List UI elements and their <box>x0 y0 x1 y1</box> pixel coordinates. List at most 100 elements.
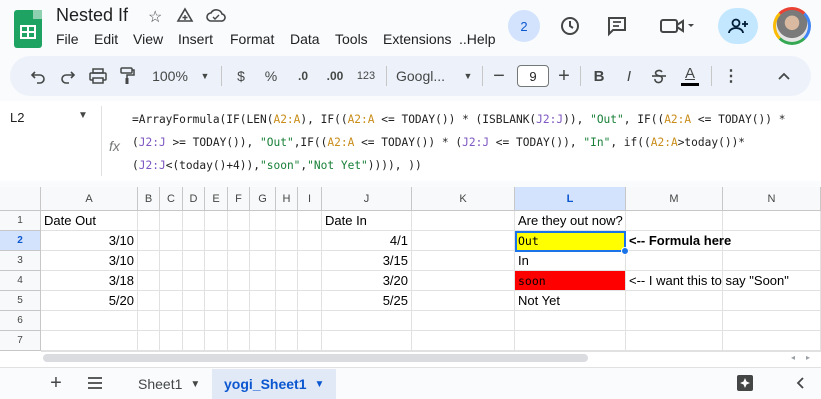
decrease-font-size-icon[interactable]: − <box>489 58 509 94</box>
fill-handle[interactable] <box>621 247 629 255</box>
sheet-tab-sheet1[interactable]: Sheet1 ▼ <box>126 369 212 399</box>
italic-button[interactable]: I <box>619 58 639 94</box>
column-header-h[interactable]: H <box>276 187 298 211</box>
print-icon[interactable] <box>86 58 110 94</box>
doc-title[interactable]: Nested If <box>56 5 128 26</box>
horizontal-scrollbar-thumb[interactable] <box>43 354 588 362</box>
column-header-a[interactable]: A <box>41 187 138 211</box>
menu-tools[interactable]: Tools <box>335 31 368 47</box>
cell-m2[interactable]: <-- Formula here <box>626 231 821 250</box>
column-header-i[interactable]: I <box>298 187 322 211</box>
sheet-tab-yogi-sheet1[interactable]: yogi_Sheet1 ▼ <box>212 369 337 399</box>
row-header-5[interactable]: 5 <box>0 291 41 311</box>
undo-icon[interactable] <box>26 58 50 94</box>
side-panel-icon[interactable] <box>790 372 810 394</box>
font-select[interactable]: Googl... <box>396 58 452 94</box>
share-button[interactable] <box>718 8 758 44</box>
collapse-icon[interactable] <box>774 58 794 94</box>
column-header-l[interactable]: L <box>515 187 626 211</box>
cell-a5[interactable]: 5/20 <box>41 291 137 310</box>
all-sheets-icon[interactable] <box>85 372 105 394</box>
name-box[interactable]: L2 <box>10 110 24 125</box>
add-sheet-icon[interactable]: + <box>46 372 66 394</box>
cloud-saved-icon[interactable] <box>206 7 226 28</box>
menu-data[interactable]: Data <box>290 31 320 47</box>
formula-token: ,IF(( <box>293 136 328 149</box>
row-header-1[interactable]: 1 <box>0 211 41 231</box>
formula-token: <= TODAY()), <box>489 136 584 149</box>
column-header-e[interactable]: E <box>205 187 228 211</box>
cell-l1[interactable]: Are they out now? <box>515 211 625 230</box>
meet-icon[interactable] <box>655 10 699 42</box>
paint-format-icon[interactable] <box>116 58 140 94</box>
font-chevron-down-icon[interactable]: ▼ <box>462 58 474 94</box>
row-header-3[interactable]: 3 <box>0 251 41 271</box>
currency-button[interactable]: $ <box>231 58 251 94</box>
column-header-j[interactable]: J <box>322 187 412 211</box>
number-format-button[interactable]: 123 <box>354 58 378 94</box>
cell-a4[interactable]: 3/18 <box>41 271 137 290</box>
menu-view[interactable]: View <box>133 31 163 47</box>
scroll-left-icon[interactable]: ◂ <box>791 353 795 362</box>
cell-j1[interactable]: Date In <box>322 211 411 230</box>
name-box-chevron-down-icon[interactable]: ▼ <box>78 110 88 121</box>
star-icon[interactable]: ☆ <box>148 7 162 27</box>
strikethrough-icon[interactable] <box>649 58 669 94</box>
font-size-input[interactable]: 9 <box>517 65 549 87</box>
increase-font-size-icon[interactable]: + <box>554 58 574 94</box>
menu-file[interactable]: File <box>56 31 79 47</box>
cell-j5[interactable]: 5/25 <box>322 291 411 310</box>
column-header-m[interactable]: M <box>626 187 723 211</box>
cell-j2[interactable]: 4/1 <box>322 231 411 250</box>
sheets-logo[interactable] <box>14 10 42 48</box>
menu-help[interactable]: ..Help <box>459 31 496 47</box>
redo-icon[interactable] <box>56 58 80 94</box>
menu-format[interactable]: Format <box>230 31 274 47</box>
text-color-button[interactable]: A <box>679 58 701 94</box>
move-to-drive-icon[interactable] <box>176 7 194 30</box>
cell-l5[interactable]: Not Yet <box>515 291 625 310</box>
cell-j3[interactable]: 3/15 <box>322 251 411 270</box>
cell-l3[interactable]: In <box>515 251 625 270</box>
grid-line <box>41 250 821 251</box>
cell-a1[interactable]: Date Out <box>41 211 137 230</box>
formula-token: A2:A <box>347 113 375 126</box>
chevron-down-icon[interactable]: ▼ <box>190 379 200 390</box>
formula-input[interactable]: =ArrayFormula(IF(LEN(A2:A), IF((A2:A <= … <box>132 108 812 177</box>
column-header-n[interactable]: N <box>723 187 821 211</box>
column-header-c[interactable]: C <box>160 187 183 211</box>
chevron-down-icon[interactable]: ▼ <box>314 379 324 390</box>
increase-decimal-button[interactable]: .00 <box>322 58 348 94</box>
column-header-d[interactable]: D <box>183 187 205 211</box>
scroll-right-icon[interactable]: ▸ <box>806 353 810 362</box>
cell-l4[interactable]: soon <box>515 271 625 290</box>
menu-insert[interactable]: Insert <box>178 31 213 47</box>
comment-icon[interactable] <box>601 10 633 42</box>
menu-edit[interactable]: Edit <box>94 31 118 47</box>
collaborator-badge[interactable]: 2 <box>508 10 540 42</box>
row-header-4[interactable]: 4 <box>0 271 41 291</box>
column-header-g[interactable]: G <box>250 187 276 211</box>
select-all-corner[interactable] <box>0 187 41 211</box>
column-header-f[interactable]: F <box>228 187 250 211</box>
formula-token: >= TODAY()), <box>165 136 260 149</box>
cell-m4[interactable]: <-- I want this to say "Soon" <box>626 271 821 290</box>
column-header-k[interactable]: K <box>412 187 515 211</box>
decrease-decimal-button[interactable]: .0 <box>290 58 316 94</box>
percent-button[interactable]: % <box>261 58 281 94</box>
zoom-select[interactable]: 100% <box>150 58 190 94</box>
column-header-b[interactable]: B <box>138 187 160 211</box>
row-header-2[interactable]: 2 <box>0 231 41 251</box>
row-header-7[interactable]: 7 <box>0 331 41 351</box>
history-icon[interactable] <box>554 10 586 42</box>
zoom-chevron-down-icon[interactable]: ▼ <box>199 58 211 94</box>
cell-a3[interactable]: 3/10 <box>41 251 137 270</box>
more-icon[interactable]: ⋮ <box>721 58 741 94</box>
explore-icon[interactable] <box>735 372 755 394</box>
cell-j4[interactable]: 3/20 <box>322 271 411 290</box>
menu-extensions[interactable]: Extensions <box>383 31 451 47</box>
row-header-6[interactable]: 6 <box>0 311 41 331</box>
cell-a2[interactable]: 3/10 <box>41 231 137 250</box>
avatar[interactable] <box>773 7 811 45</box>
bold-button[interactable]: B <box>589 58 609 94</box>
